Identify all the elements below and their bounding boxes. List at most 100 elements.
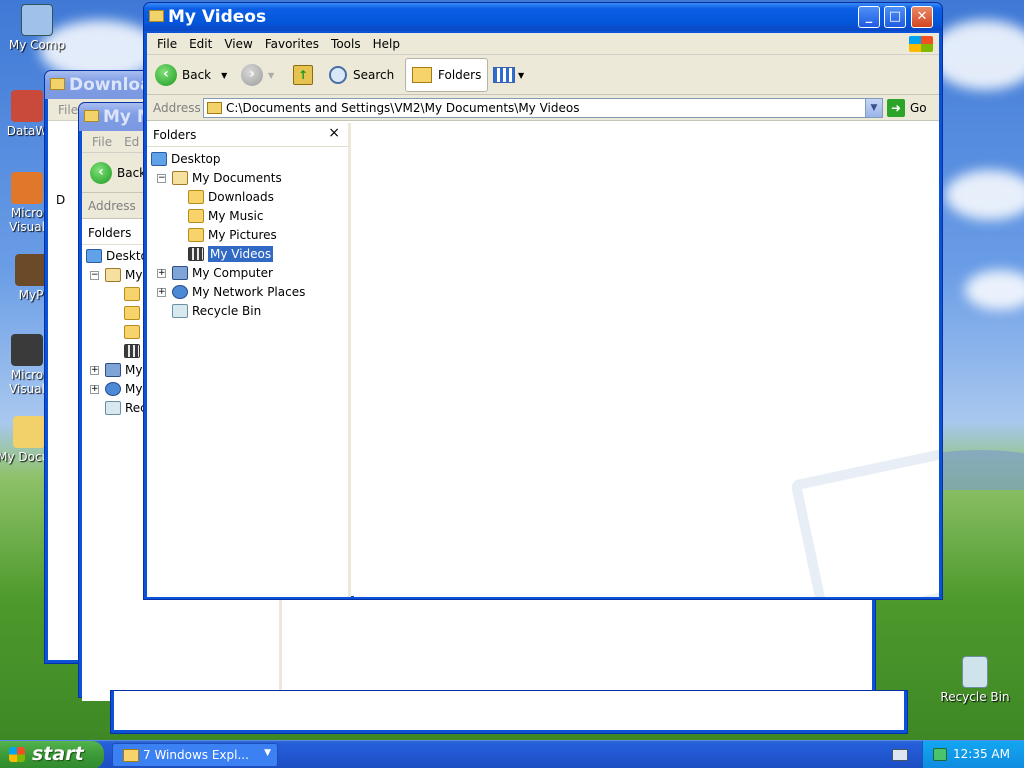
tree-item-desktop[interactable]: Desktop <box>151 150 221 168</box>
expand-icon[interactable]: + <box>90 384 99 394</box>
tree-item-my-network-places[interactable]: + My Network Places <box>157 283 305 301</box>
my-videos-window[interactable]: My Videos _ □ ✕ File Edit View Favorites… <box>143 2 943 600</box>
system-tray: 12:35 AM <box>922 741 1024 768</box>
videos-folder-icon <box>188 247 204 261</box>
views-dropdown-icon: ▼ <box>518 70 525 80</box>
taskbar: start 7 Windows Expl... ▼ 12:35 AM <box>0 740 1024 768</box>
expand-icon[interactable]: + <box>157 268 166 278</box>
network-icon <box>172 285 188 299</box>
tree-item-my-computer[interactable]: + My Computer <box>157 264 273 282</box>
forward-arrow-icon: › <box>241 64 263 86</box>
chevron-down-icon: ▼ <box>264 748 271 758</box>
desktop-icon <box>151 152 167 166</box>
desktop-icon <box>86 249 102 263</box>
folder-icon <box>188 190 204 204</box>
folders-pane: Folders × Desktop − My Documents Downloads M… <box>147 123 351 597</box>
expand-icon[interactable]: + <box>157 287 166 297</box>
minimize-button[interactable]: _ <box>858 6 880 28</box>
windows-logo-icon <box>9 747 25 762</box>
app-icon <box>15 254 47 286</box>
keyboard-icon[interactable] <box>892 749 908 761</box>
tree-item[interactable]: D <box>56 193 65 207</box>
folder-icon <box>50 78 65 90</box>
menu-help[interactable]: Help <box>367 37 406 51</box>
start-button[interactable]: start <box>0 741 104 768</box>
address-path: C:\Documents and Settings\VM2\My Documen… <box>226 101 580 115</box>
recycle-bin-icon <box>172 304 188 318</box>
documents-folder-icon <box>13 416 45 448</box>
desktop-icon-recycle-bin[interactable]: Recycle Bin <box>938 656 1012 704</box>
tree-item-my-pictures[interactable]: My Pictures <box>188 226 277 244</box>
menu-edit[interactable]: Ed <box>118 135 145 149</box>
search-icon <box>329 66 347 84</box>
film-watermark-icon <box>790 448 939 597</box>
tree-item-recycle-bin[interactable]: Recycle Bin <box>157 302 261 320</box>
go-button[interactable]: ➜ Go <box>887 99 927 117</box>
taskbar-group-button[interactable]: 7 Windows Expl... ▼ <box>112 743 278 767</box>
tree-item-label: My Videos <box>208 246 274 262</box>
collapse-icon[interactable]: − <box>90 270 99 280</box>
content-area[interactable] <box>354 123 939 597</box>
tree-item-my-documents[interactable]: − My Documents <box>157 169 282 187</box>
tree-item-label: My Computer <box>192 266 273 280</box>
menu-file[interactable]: File <box>86 135 118 149</box>
tree-item-downloads[interactable]: Downloads <box>188 188 274 206</box>
music-folder-icon <box>188 209 204 223</box>
maximize-button[interactable]: □ <box>884 6 906 28</box>
documents-folder-icon <box>105 268 121 282</box>
address-dropdown-icon[interactable]: ▼ <box>865 99 882 117</box>
network-status-icon[interactable] <box>933 748 947 761</box>
computer-icon <box>172 266 188 280</box>
views-button[interactable]: ▼ <box>493 61 524 89</box>
network-icon <box>105 382 121 396</box>
forward-dropdown-icon[interactable]: ▼ <box>268 71 274 80</box>
close-pane-icon[interactable]: × <box>328 125 340 141</box>
windows-logo-icon <box>909 36 933 52</box>
close-button[interactable]: ✕ <box>911 6 933 28</box>
back-arrow-icon: ‹ <box>90 162 112 184</box>
folders-button[interactable]: Folders <box>405 58 489 92</box>
menu-favorites[interactable]: Favorites <box>259 37 325 51</box>
back-dropdown-icon[interactable]: ▼ <box>221 71 227 80</box>
folder-icon <box>149 10 164 22</box>
documents-folder-icon <box>172 171 188 185</box>
clock[interactable]: 12:35 AM <box>953 747 1010 761</box>
recycle-bin-icon <box>962 656 988 688</box>
up-folder-icon: ↑ <box>293 65 313 85</box>
tree-item-label: My Pictures <box>208 228 277 242</box>
expand-icon[interactable]: + <box>90 365 99 375</box>
tree-item[interactable]: − My <box>90 266 142 284</box>
music-folder-icon <box>124 306 140 320</box>
pictures-folder-icon <box>124 325 140 339</box>
menu-edit[interactable]: Edit <box>183 37 218 51</box>
collapse-icon[interactable]: − <box>157 173 166 183</box>
computer-icon <box>21 4 53 36</box>
menu-file[interactable]: File <box>151 37 183 51</box>
back-button[interactable]: ‹ Back ▼ <box>155 61 227 89</box>
tree-item-my-music[interactable]: My Music <box>188 207 263 225</box>
folder-icon <box>123 749 139 762</box>
my-videos-window-titlebar[interactable]: My Videos _ □ ✕ <box>144 3 942 31</box>
address-label: Address <box>153 101 201 115</box>
pictures-folder-icon <box>188 228 204 242</box>
menu-tools[interactable]: Tools <box>325 37 367 51</box>
tree-item[interactable]: + My <box>90 361 142 379</box>
menu-view[interactable]: View <box>218 37 258 51</box>
tree-item[interactable]: Rec <box>105 399 147 417</box>
desktop-icon-my-computer[interactable]: My Comp <box>2 4 72 70</box>
folder-icon <box>124 287 140 301</box>
forward-button[interactable]: › ▼ <box>241 61 274 89</box>
address-field[interactable]: C:\Documents and Settings\VM2\My Documen… <box>203 98 883 118</box>
hidden-window[interactable] <box>110 690 908 734</box>
back-button[interactable]: ‹ Back <box>90 159 146 187</box>
computer-icon <box>105 363 121 377</box>
videos-folder-icon <box>207 102 222 114</box>
search-button[interactable]: Search <box>329 61 394 89</box>
up-folder-button[interactable]: ↑ <box>293 61 313 89</box>
tree-item-my-videos[interactable]: My Videos <box>188 245 274 263</box>
desktop-icon-label: My Comp <box>8 38 66 52</box>
tree-item[interactable]: + My <box>90 380 142 398</box>
tree-item-desktop[interactable]: Deskto <box>86 247 148 265</box>
back-arrow-icon: ‹ <box>155 64 177 86</box>
window-title: My Videos <box>168 7 267 27</box>
